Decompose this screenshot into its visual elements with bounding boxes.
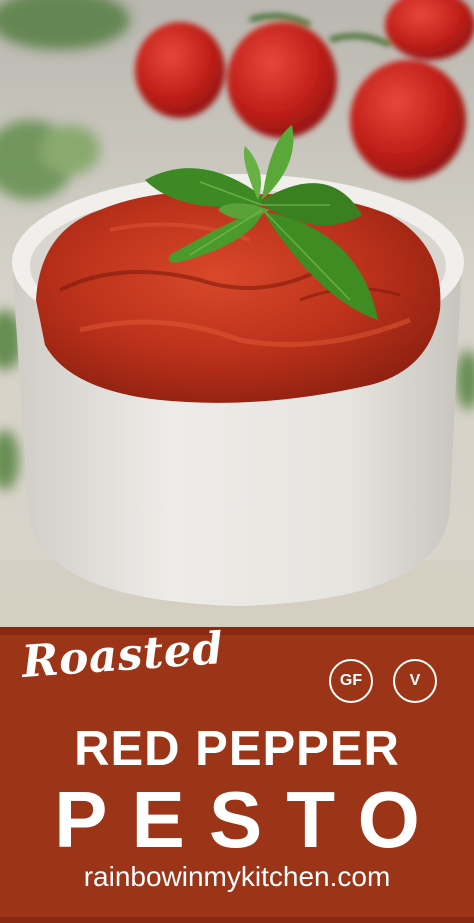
website-url: rainbowinmykitchen.com [83,861,391,892]
title-line-1: RED PEPPER [74,722,400,776]
banner-bottom-edge [0,917,474,923]
vegan-badge: V [393,659,437,703]
roasted-script-text: Roasted [20,622,226,688]
gluten-free-badge: GF [329,659,373,703]
food-photo [0,0,474,627]
title-line-2: PESTO [54,775,444,864]
title-banner: Roasted GF V RED PEPPER PESTO rainbowinm… [0,623,474,923]
recipe-pin: Roasted GF V RED PEPPER PESTO rainbowinm… [0,0,474,923]
